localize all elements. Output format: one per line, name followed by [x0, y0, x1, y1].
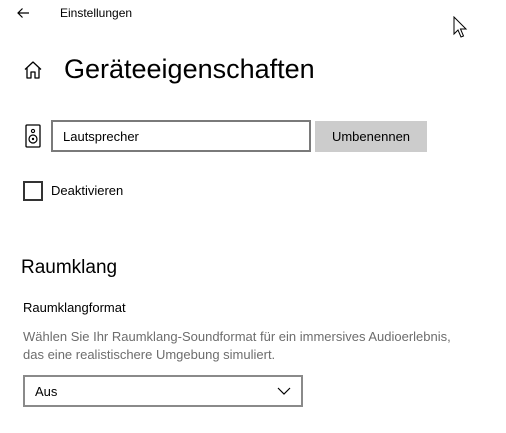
surround-format-label: Raumklangformat	[23, 300, 126, 315]
surround-section-heading: Raumklang	[21, 257, 118, 278]
surround-format-dropdown[interactable]: Aus	[23, 375, 303, 407]
rename-button[interactable]: Umbenennen	[315, 121, 427, 152]
page-title: Geräteeigenschaften	[64, 54, 315, 84]
chevron-down-icon	[277, 386, 291, 396]
home-icon	[24, 61, 42, 79]
disable-checkbox-label[interactable]: Deaktivieren	[51, 183, 123, 199]
speaker-icon	[25, 124, 41, 148]
back-button[interactable]	[10, 2, 36, 24]
disable-checkbox[interactable]	[23, 181, 43, 201]
device-name-input[interactable]	[51, 120, 311, 152]
surround-format-description: Wählen Sie Ihr Raumklang-Soundformat für…	[23, 329, 451, 362]
home-button[interactable]	[20, 57, 46, 83]
window-title: Einstellungen	[60, 6, 133, 20]
surround-format-selected-value: Aus	[35, 383, 58, 399]
back-arrow-icon	[17, 8, 29, 18]
mouse-cursor-icon	[453, 16, 468, 38]
